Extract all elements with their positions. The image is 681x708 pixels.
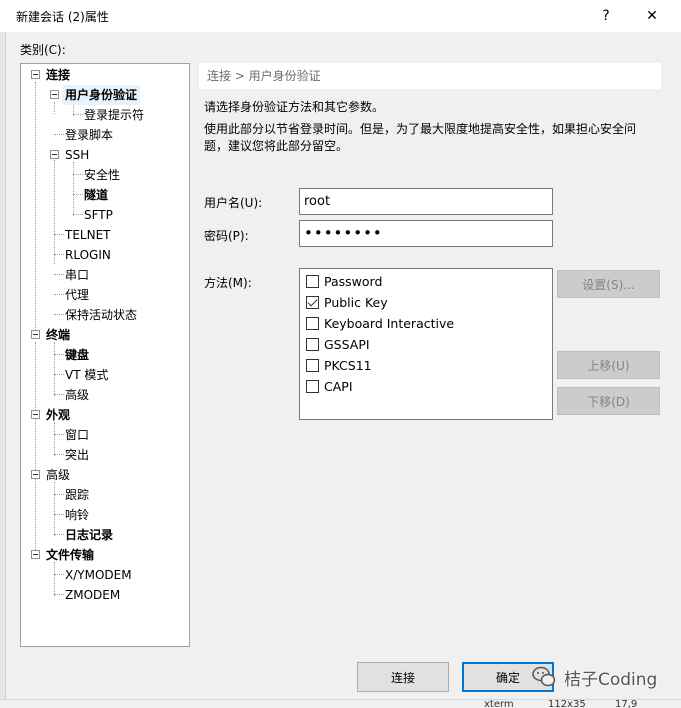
- watermark: 桔子Coding: [532, 663, 657, 691]
- username-label: 用户名(U):: [204, 196, 263, 210]
- tree-item-sftp[interactable]: SFTP: [81, 205, 116, 225]
- method-item-pkcs11[interactable]: PKCS11: [306, 355, 372, 375]
- collapse-icon[interactable]: [50, 150, 59, 159]
- keyboard-interactive-checkbox[interactable]: [306, 316, 319, 330]
- tree-item-keepalive[interactable]: 保持活动状态: [62, 305, 140, 325]
- close-button[interactable]: ✕: [629, 0, 675, 32]
- wechat-icon: [532, 666, 556, 688]
- method-label-capi: CAPI: [324, 378, 353, 394]
- watermark-text: 桔子Coding: [564, 669, 658, 690]
- tree-item-login-script[interactable]: 登录脚本: [62, 125, 116, 145]
- tree-item-vt-mode[interactable]: VT 模式: [62, 365, 111, 385]
- breadcrumb: 连接 > 用户身份验证: [199, 63, 661, 89]
- method-item-gssapi[interactable]: GSSAPI: [306, 334, 370, 354]
- tree-item-appearance[interactable]: 外观: [43, 405, 73, 425]
- tree-item-xymodem[interactable]: X/YMODEM: [62, 565, 135, 585]
- move-up-button[interactable]: 上移(U): [557, 351, 660, 379]
- status-size: 112x35: [548, 699, 586, 708]
- settings-button[interactable]: 设置(S)...: [557, 270, 660, 298]
- tree-item-login-prompt[interactable]: 登录提示符: [81, 105, 147, 125]
- status-pos: 17,9: [615, 699, 638, 708]
- tree-item-logging[interactable]: 日志记录: [62, 525, 116, 545]
- tree-item-bell[interactable]: 响铃: [62, 505, 92, 525]
- method-item-keyboard-interactive[interactable]: Keyboard Interactive: [306, 313, 454, 333]
- collapse-icon[interactable]: [31, 470, 40, 479]
- tree-item-rlogin[interactable]: RLOGIN: [62, 245, 114, 265]
- title-bar: 新建会话 (2)属性 ? ✕: [0, 0, 681, 32]
- status-term: xterm: [484, 699, 514, 708]
- close-icon: ✕: [646, 8, 658, 24]
- help-icon: ?: [602, 8, 610, 24]
- tree-item-serial[interactable]: 串口: [62, 265, 92, 285]
- tree-item-advanced[interactable]: 高级: [43, 465, 73, 485]
- collapse-icon[interactable]: [31, 550, 40, 559]
- public-key-checkbox[interactable]: [306, 295, 319, 309]
- gssapi-checkbox[interactable]: [306, 337, 319, 351]
- tree-item-connection[interactable]: 连接: [43, 65, 73, 85]
- tree-item-tunnel[interactable]: 隧道: [81, 185, 111, 205]
- username-input[interactable]: root: [299, 188, 553, 215]
- background-window-edge: [0, 32, 6, 708]
- window-title: 新建会话 (2)属性: [16, 10, 109, 24]
- move-down-button[interactable]: 下移(D): [557, 387, 660, 415]
- tree-item-keyboard[interactable]: 键盘: [62, 345, 92, 365]
- method-label-pkcs11: PKCS11: [324, 357, 372, 373]
- tree-item-telnet[interactable]: TELNET: [62, 225, 114, 245]
- collapse-icon[interactable]: [31, 330, 40, 339]
- tree-item-file-transfer[interactable]: 文件传输: [43, 545, 97, 565]
- method-label-public-key: Public Key: [324, 294, 388, 310]
- tree-item-trace[interactable]: 跟踪: [62, 485, 92, 505]
- category-label: 类别(C):: [20, 43, 66, 57]
- capi-checkbox[interactable]: [306, 379, 319, 393]
- tree-item-terminal-advanced[interactable]: 高级: [62, 385, 92, 405]
- tree-item-highlight[interactable]: 突出: [62, 445, 92, 465]
- method-item-capi[interactable]: CAPI: [306, 376, 353, 396]
- method-label-keyboard-interactive: Keyboard Interactive: [324, 315, 455, 331]
- tree-item-terminal[interactable]: 终端: [43, 325, 73, 345]
- collapse-icon[interactable]: [50, 90, 59, 99]
- password-checkbox[interactable]: [306, 274, 319, 288]
- method-list[interactable]: Password Public Key Keyboard Interactive…: [299, 268, 553, 420]
- method-label: 方法(M):: [204, 276, 252, 290]
- tree-item-zmodem[interactable]: ZMODEM: [62, 585, 123, 605]
- method-label-password: Password: [324, 273, 383, 289]
- tree-item-security[interactable]: 安全性: [81, 165, 123, 185]
- collapse-icon[interactable]: [31, 410, 40, 419]
- tree-item-window[interactable]: 窗口: [62, 425, 92, 445]
- method-label-gssapi: GSSAPI: [324, 336, 370, 352]
- category-tree[interactable]: 连接 用户身份验证 登录提示符 登录脚本 SSH 安全性 隧道 SFTP TEL…: [20, 63, 190, 647]
- connect-button[interactable]: 连接: [357, 662, 449, 692]
- password-input[interactable]: ••••••••: [299, 220, 553, 247]
- pkcs11-checkbox[interactable]: [306, 358, 319, 372]
- description-primary: 请选择身份验证方法和其它参数。: [204, 100, 385, 114]
- collapse-icon[interactable]: [31, 70, 40, 79]
- description-secondary: 使用此部分以节省登录时间。但是，为了最大限度地提高安全性，如果担心安全问题，建议…: [204, 122, 637, 153]
- tree-item-ssh[interactable]: SSH: [62, 145, 92, 165]
- password-label: 密码(P):: [204, 229, 249, 243]
- method-item-password[interactable]: Password: [306, 271, 382, 291]
- help-button[interactable]: ?: [583, 0, 629, 32]
- background-status-bar: xterm 112x35 17,9: [0, 699, 681, 708]
- method-item-public-key[interactable]: Public Key: [306, 292, 388, 312]
- tree-item-proxy[interactable]: 代理: [62, 285, 92, 305]
- tree-item-user-auth[interactable]: 用户身份验证: [62, 85, 141, 105]
